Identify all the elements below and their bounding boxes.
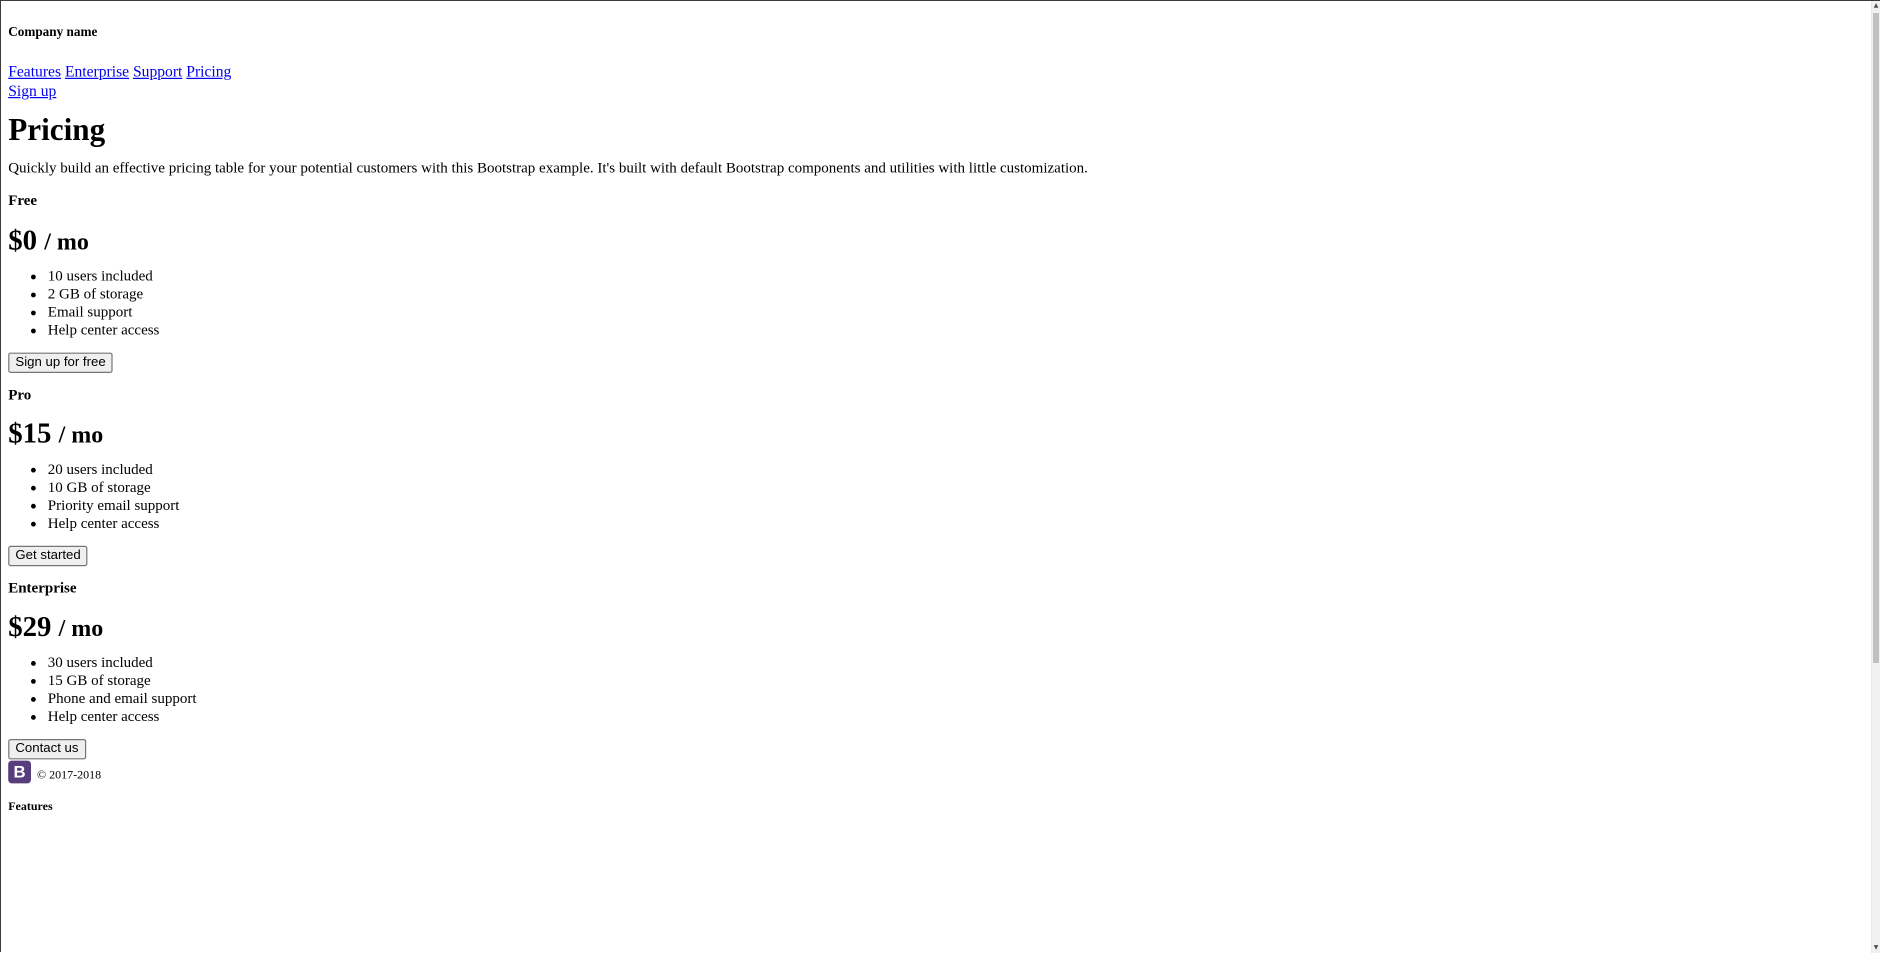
list-item: Help center access [48,515,1872,533]
page-title: Pricing [8,112,106,148]
plan-price-period: / mo [44,229,89,256]
plan-price-period: / mo [58,615,104,642]
nav-link-enterprise[interactable]: Enterprise [65,62,129,80]
plan-price-amount: $0 [8,225,37,257]
list-item: 10 GB of storage [48,479,1872,497]
plan-price-period: / mo [58,422,104,449]
main-nav: Features Enterprise Support Pricing [8,62,1872,81]
nav-link-features[interactable]: Features [8,62,61,80]
page-viewport: Company name Features Enterprise Support… [1,1,1872,953]
plan-price-amount: $15 [8,418,52,450]
get-started-button[interactable]: Get started [8,545,88,567]
plan-button-row: Sign up for free [8,350,1872,373]
company-name: Company name [8,25,98,40]
plan-price: $29 / mo [8,611,1872,646]
nav-link-support[interactable]: Support [133,62,182,80]
plan-feature-list: 20 users included 10 GB of storage Prior… [8,461,1872,533]
plan-name: Free [8,191,38,209]
page-lead: Quickly build an effective pricing table… [8,159,1088,177]
list-item: 30 users included [48,654,1872,672]
plan-card-enterprise: Enterprise $29 / mo 30 users included 15… [8,566,1872,760]
scrollbar-thumb[interactable] [1873,13,1879,663]
nav-link-pricing[interactable]: Pricing [186,62,231,80]
list-item: 20 users included [48,461,1872,479]
scroll-up-arrow-icon[interactable]: ▲ [1872,1,1880,11]
plan-name: Pro [8,386,32,404]
list-item: 2 GB of storage [48,285,1872,303]
vertical-scrollbar[interactable]: ▲ ▼ [1871,1,1880,953]
plan-card-pro: Pro $15 / mo 20 users included 10 GB of … [8,373,1872,567]
list-item: Help center access [48,708,1872,726]
sign-up-free-button[interactable]: Sign up for free [8,352,113,373]
footer-heading-features: Features [8,800,53,814]
list-item: Priority email support [48,497,1872,515]
page-footer: B © 2017-2018 Features [8,759,1872,814]
list-item: Email support [48,303,1872,321]
list-item: 10 users included [48,267,1872,285]
plan-name: Enterprise [8,579,77,597]
plan-price: $0 / mo [8,224,1872,259]
plan-card-free: Free $0 / mo 10 users included 2 GB of s… [8,177,1872,373]
footer-brand-row: B © 2017-2018 [8,759,1872,784]
plan-feature-list: 30 users included 15 GB of storage Phone… [8,654,1872,726]
list-item: 15 GB of storage [48,672,1872,690]
list-item: Help center access [48,321,1872,339]
bootstrap-logo-icon: B [8,760,32,784]
page-content: Company name Features Enterprise Support… [1,1,1872,815]
plan-price: $15 / mo [8,417,1872,452]
plan-feature-list: 10 users included 2 GB of storage Email … [8,267,1872,339]
plan-price-amount: $29 [8,611,52,643]
signup-row: Sign up [8,81,1872,99]
list-item: Phone and email support [48,690,1872,708]
plan-button-row: Contact us [8,737,1872,760]
signup-link[interactable]: Sign up [8,81,56,99]
plan-button-row: Get started [8,543,1872,567]
contact-us-button[interactable]: Contact us [8,739,86,760]
copyright-text: © 2017-2018 [37,769,102,783]
